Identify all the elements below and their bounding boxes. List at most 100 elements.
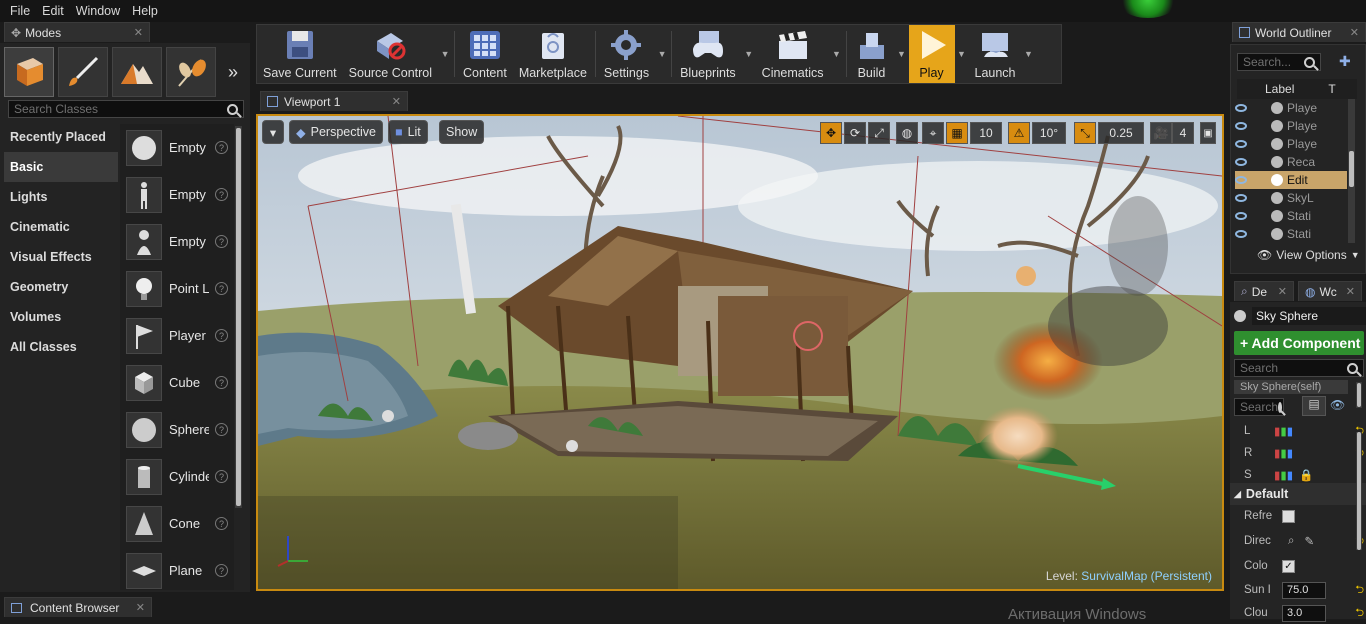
help-icon[interactable]: ? (215, 470, 228, 483)
scale-tool-icon[interactable]: ⤢ (868, 122, 890, 144)
outliner-row[interactable]: Playe (1235, 117, 1347, 135)
paint-mode-button[interactable] (58, 47, 108, 97)
category-recently-placed[interactable]: Recently Placed (4, 122, 118, 152)
close-icon[interactable]: ✕ (1350, 26, 1359, 39)
visibility-eye-icon[interactable] (1235, 140, 1247, 148)
rotation-fields-icon[interactable]: ▮▮▮ (1274, 446, 1293, 460)
property-matrix-icon[interactable]: ▤ (1302, 396, 1326, 416)
list-item[interactable]: Sphere ? (120, 406, 234, 453)
col-label-header[interactable]: Label (1265, 82, 1294, 96)
viewport-options-dropdown[interactable]: ▾ (262, 120, 284, 144)
camera-speed-value[interactable]: 4 (1172, 122, 1194, 144)
build-dropdown-icon[interactable]: ▼ (895, 25, 909, 83)
help-icon[interactable]: ? (215, 235, 228, 248)
list-item[interactable]: Cone ? (120, 500, 234, 547)
close-icon[interactable]: ✕ (1278, 285, 1287, 298)
menu-window[interactable]: Window (70, 4, 126, 18)
actor-name-field[interactable]: Sky Sphere (1252, 307, 1366, 325)
list-item[interactable]: Player ? (120, 312, 234, 359)
tab-details[interactable]: ⌕ De ✕ (1234, 281, 1294, 301)
location-fields-icon[interactable]: ▮▮▮ (1274, 424, 1293, 438)
help-icon[interactable]: ? (215, 376, 228, 389)
category-volumes[interactable]: Volumes (4, 302, 118, 332)
launch-dropdown-icon[interactable]: ▼ (1022, 25, 1036, 83)
outliner-row[interactable]: Playe (1235, 99, 1347, 117)
scroll-thumb[interactable] (1357, 383, 1361, 407)
outliner-add-icon[interactable]: ✚ (1339, 53, 1357, 71)
help-icon[interactable]: ? (215, 517, 228, 530)
help-icon[interactable]: ? (215, 282, 228, 295)
list-item[interactable]: Cylinde ? (120, 453, 234, 500)
lock-icon[interactable]: 🔒 (1299, 468, 1313, 482)
translate-tool-icon[interactable]: ✥ (820, 122, 842, 144)
blueprints-button[interactable]: Blueprints (674, 25, 742, 83)
category-visual-effects[interactable]: Visual Effects (4, 242, 118, 272)
foliage-mode-button[interactable] (166, 47, 216, 97)
outliner-row[interactable]: Stati (1235, 207, 1347, 225)
close-icon[interactable]: ✕ (1346, 285, 1355, 298)
more-modes-icon[interactable]: » (220, 47, 246, 97)
surface-snap-icon[interactable]: ⌖ (922, 122, 944, 144)
reset-arrow-icon[interactable]: ⮌ (1355, 604, 1364, 623)
cinematics-button[interactable]: Cinematics (756, 25, 830, 83)
help-icon[interactable]: ? (215, 564, 228, 577)
outliner-search-input[interactable]: Search... (1237, 53, 1321, 71)
content-button[interactable]: Content (457, 25, 513, 83)
scale-snap-value[interactable]: 0.25 (1098, 122, 1144, 144)
add-component-button[interactable]: + Add Component (1234, 331, 1364, 355)
colors-checkbox[interactable]: ✓ (1282, 559, 1295, 573)
category-basic[interactable]: Basic (4, 152, 118, 182)
outliner-row[interactable]: Playe (1235, 135, 1347, 153)
source-control-dropdown-icon[interactable]: ▼ (438, 25, 452, 83)
world-local-icon[interactable]: ◍ (896, 122, 918, 144)
outliner-row-selected[interactable]: Edit (1235, 171, 1347, 189)
browse-search-icon[interactable]: ⌕ (1288, 535, 1294, 548)
refresh-checkbox[interactable] (1282, 509, 1295, 523)
details-scrollbar[interactable] (1356, 432, 1362, 550)
settings-button[interactable]: Settings (598, 25, 655, 83)
visibility-filter-icon[interactable]: 👁 (1330, 398, 1345, 412)
sun-brightness-field[interactable]: 75.0 (1282, 581, 1326, 599)
close-icon[interactable]: ✕ (134, 26, 143, 39)
scroll-thumb[interactable] (1349, 151, 1354, 187)
settings-dropdown-icon[interactable]: ▼ (655, 25, 669, 83)
section-default-header[interactable]: ◢ Default (1230, 483, 1366, 505)
visibility-eye-icon[interactable] (1235, 194, 1247, 202)
reset-arrow-icon[interactable]: ⮌ (1355, 581, 1364, 600)
tab-modes[interactable]: ✥ Modes ✕ (4, 22, 150, 42)
component-scrollbar[interactable] (1356, 382, 1362, 408)
cinematics-dropdown-icon[interactable]: ▼ (830, 25, 844, 83)
col-type-header[interactable]: T (1328, 82, 1335, 96)
menu-edit[interactable]: Edit (36, 4, 70, 18)
visibility-eye-icon[interactable] (1235, 230, 1247, 238)
eyedropper-icon[interactable]: ✎ (1304, 534, 1314, 548)
rotate-tool-icon[interactable]: ⟳ (844, 122, 866, 144)
lit-button[interactable]: ■ Lit (388, 120, 428, 144)
visibility-eye-icon[interactable] (1235, 122, 1247, 130)
grid-snap-icon[interactable]: ▦ (946, 122, 968, 144)
list-item[interactable]: Empty ? (120, 171, 234, 218)
tab-content-browser[interactable]: Content Browser ✕ (4, 597, 152, 617)
save-current-button[interactable]: Save Current (257, 25, 343, 83)
help-icon[interactable]: ? (215, 141, 228, 154)
scale-fields-icon[interactable]: ▮▮▮ (1274, 468, 1293, 482)
tab-world-settings[interactable]: ◍ Wc ✕ (1298, 281, 1362, 301)
help-icon[interactable]: ? (215, 188, 228, 201)
scene-render[interactable] (258, 116, 1222, 589)
category-cinematic[interactable]: Cinematic (4, 212, 118, 242)
landscape-mode-button[interactable] (112, 47, 162, 97)
play-dropdown-icon[interactable]: ▼ (955, 25, 969, 83)
visibility-eye-icon[interactable] (1235, 158, 1247, 166)
scroll-thumb[interactable] (236, 128, 241, 506)
category-all-classes[interactable]: All Classes (4, 332, 118, 362)
visibility-eye-icon[interactable] (1235, 104, 1247, 112)
play-button[interactable]: Play (908, 25, 955, 83)
list-item[interactable]: Cube ? (120, 359, 234, 406)
visibility-eye-icon[interactable] (1235, 176, 1247, 184)
rotation-snap-value[interactable]: 10° (1032, 122, 1066, 144)
search-classes-input[interactable]: Search Classes (8, 100, 244, 118)
visibility-eye-icon[interactable] (1235, 212, 1247, 220)
component-search-input[interactable]: Search (1234, 359, 1364, 377)
level-viewport[interactable]: ▾ ◆ Perspective ■ Lit Show ✥ ⟳ ⤢ ◍ ⌖ ▦ 1… (256, 114, 1224, 591)
menu-file[interactable]: File (4, 4, 36, 18)
